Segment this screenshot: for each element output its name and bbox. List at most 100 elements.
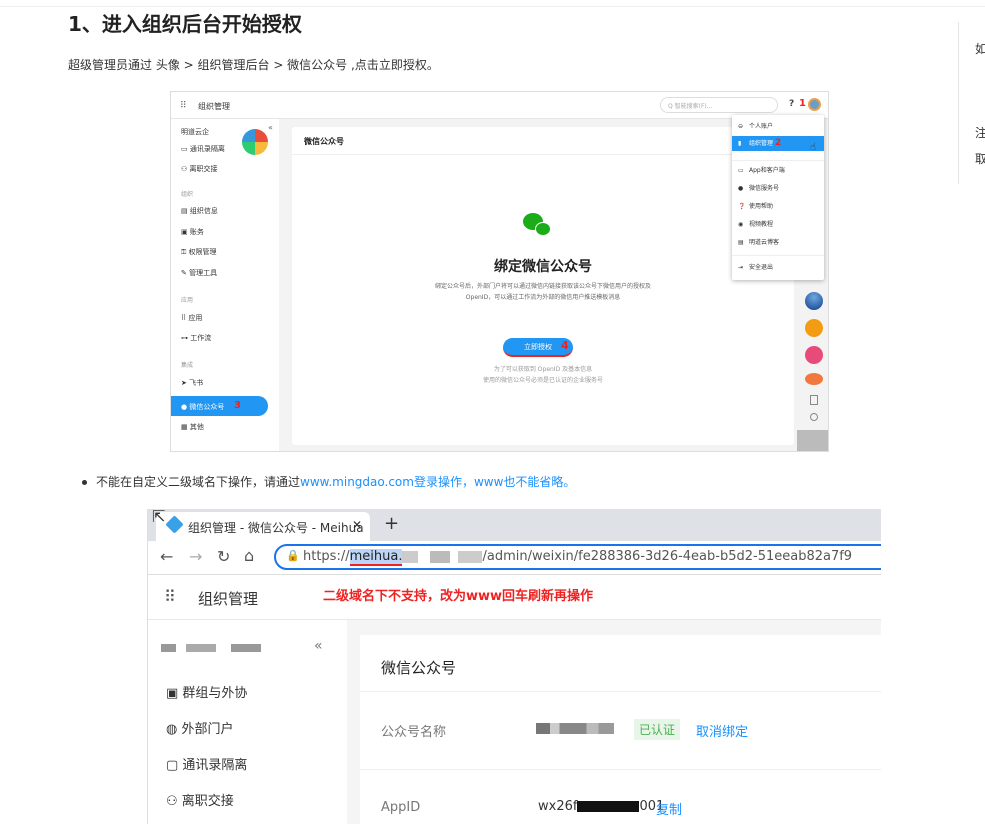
unbind-link[interactable]: 取消绑定	[696, 721, 748, 740]
app-title: 组织管理	[198, 102, 230, 111]
sidebar-item-tools[interactable]: ✎ 管理工具	[181, 268, 217, 278]
screenshot-org-admin: ⠿ 组织管理 Q 智能搜索(F)... ? 1 明道云企 « ▭ 通讯录隔离 ⚇…	[170, 91, 829, 452]
url-redaction	[402, 550, 483, 563]
app-header-2: ⠿ 组织管理 二级域名下不支持，改为www回车刷新再操作	[148, 575, 881, 620]
sidebar2-item-contacts[interactable]: ▢ 通讯录隔离	[166, 754, 247, 773]
sidebar-item-feishu[interactable]: ➤ 飞书	[181, 378, 203, 388]
toc-item-2[interactable]: 注	[975, 124, 985, 141]
org-admin-icon: ▮	[738, 140, 742, 147]
rail-send-icon[interactable]	[805, 319, 823, 337]
menu-item-video[interactable]: ◉ 视频教程	[732, 217, 824, 232]
new-tab-icon[interactable]: +	[384, 513, 399, 534]
cursor-hand-icon: ☝	[810, 142, 817, 153]
url-text: https://meihua./admin/weixin/fe288386-3d…	[303, 549, 853, 566]
contacts-icon: ▭	[181, 145, 190, 153]
sidebar2-item-handover[interactable]: ⚇ 离职交接	[166, 790, 234, 809]
collapse-icon-2[interactable]: «	[314, 638, 323, 654]
rail-chat-icon[interactable]	[810, 413, 818, 421]
step-3-marker: 3	[234, 400, 241, 411]
search-input[interactable]: Q 智能搜索(F)...	[660, 97, 778, 113]
org-logo	[242, 129, 268, 155]
menu-item-org-admin[interactable]: ▮ 组织管理 2 ☝	[732, 136, 824, 153]
video-icon: ◉	[738, 221, 744, 228]
account-name-label: 公众号名称	[381, 725, 447, 740]
sidebar-2: « ▣ 群组与外协 ◍ 外部门户 ▢ 通讯录隔离 ⚇ 离职交接	[148, 620, 347, 824]
rail-doc-icon[interactable]	[810, 395, 818, 405]
group-label-integration: 集成	[181, 362, 194, 369]
reload-icon[interactable]: ↻	[217, 547, 230, 566]
help-icon[interactable]: ?	[789, 99, 794, 109]
avatar[interactable]	[808, 98, 821, 111]
menu-divider-2	[732, 255, 824, 256]
browser-tab[interactable]: 组织管理 - 微信公众号 - Meihua ✕	[156, 512, 370, 541]
appid-redaction	[577, 801, 640, 812]
lock-icon: 🔒	[286, 549, 300, 562]
forward-icon[interactable]: →	[189, 547, 202, 566]
sidebar-item-org-info[interactable]: ▤ 组织信息	[181, 206, 218, 216]
portal-icon: ◍	[166, 722, 182, 737]
org-info-icon: ▤	[181, 207, 190, 215]
blog-icon: ▤	[738, 239, 744, 246]
appid-value: wx26f 001	[538, 799, 665, 814]
annotation-text: 二级域名下不支持，改为www回车刷新再操作	[323, 589, 594, 604]
apps-grid-icon-2[interactable]: ⠿	[164, 587, 176, 606]
rail-toggle-icon[interactable]	[797, 430, 828, 451]
menu-item-help[interactable]: ❓ 使用帮助	[732, 199, 824, 214]
menu-item-app-client[interactable]: ▭ App和客户端	[732, 163, 824, 178]
bullet-item: 不能在自定义二级域名下操作，请通过www.mingdao.com登录操作，www…	[82, 473, 575, 490]
rail-people-icon[interactable]	[805, 373, 823, 385]
sidebar-item-workflow[interactable]: ⊶ 工作流	[181, 333, 211, 343]
contacts-icon: ▢	[166, 758, 183, 773]
bind-title: 绑定微信公众号	[494, 259, 592, 275]
org-name: 明道云企	[181, 128, 209, 136]
right-toc-panel: 如 注 取	[958, 22, 985, 184]
menu-item-account[interactable]: ⊖ 个人账户	[732, 119, 824, 134]
sidebar2-item-portal[interactable]: ◍ 外部门户	[166, 718, 234, 737]
step-2-marker: 2	[774, 138, 782, 148]
appid-label: AppID	[381, 800, 421, 815]
menu-item-logout[interactable]: ⇥ 安全退出	[732, 260, 824, 275]
sidebar2-item-group[interactable]: ▣ 群组与外协	[166, 682, 247, 701]
org-name-redacted	[161, 644, 261, 652]
menu-item-wechat-service[interactable]: ● 微信服务号	[732, 181, 824, 196]
mingdao-link[interactable]: www.mingdao.com登录操作，www也不能省略。	[300, 475, 575, 489]
toc-item-1[interactable]: 如	[975, 40, 985, 57]
group-icon: ▣	[166, 686, 183, 701]
tab-title: 组织管理 - 微信公众号 - Meihua	[188, 521, 364, 535]
group-label-org: 组织	[181, 191, 194, 198]
menu-divider	[732, 160, 824, 161]
account-name-redacted	[536, 723, 614, 734]
wechat-logo-bubble	[535, 222, 551, 236]
home-icon[interactable]: ⌂	[244, 546, 254, 565]
step-1-marker: 1	[799, 98, 806, 109]
app-header: ⠿ 组织管理 Q 智能搜索(F)... ? 1	[171, 92, 828, 119]
back-icon[interactable]: ←	[160, 547, 173, 566]
favicon-icon	[165, 515, 184, 534]
intro-paragraph: 超级管理员通过 头像 > 组织管理后台 > 微信公众号 ,点击立即授权。	[68, 58, 439, 72]
sidebar-item-permission[interactable]: ⚿ 权限管理	[181, 247, 217, 257]
sidebar: 明道云企 « ▭ 通讯录隔离 ⚇ 离职交接 组织 ▤ 组织信息 ▣ 账务 ⚿ 权…	[171, 119, 279, 451]
divider-2	[360, 691, 881, 692]
menu-item-blog[interactable]: ▤ 明道云博客	[732, 235, 824, 250]
sidebar-item-apps[interactable]: ⠿ 应用	[181, 313, 202, 323]
collapse-icon[interactable]: «	[268, 123, 273, 132]
sidebar-item-other[interactable]: ▦ 其他	[181, 422, 204, 432]
toc-item-3[interactable]: 取	[975, 150, 985, 167]
copy-link[interactable]: 复制	[656, 799, 682, 818]
tab-close-icon[interactable]: ✕	[352, 518, 362, 532]
verified-badge: 已认证	[634, 719, 681, 740]
url-input[interactable]: 🔒 https://meihua./admin/weixin/fe288386-…	[274, 544, 881, 570]
apps-grid-icon[interactable]: ⠿	[180, 101, 187, 111]
rail-calendar-icon[interactable]	[805, 346, 823, 364]
workflow-icon: ⊶	[181, 334, 191, 342]
sidebar-item-handover[interactable]: ⚇ 离职交接	[181, 164, 218, 174]
main-panel: 微信公众号 绑定微信公众号 绑定公众号后，外部门户将可以通过微信内链接获取该公众…	[292, 127, 794, 445]
rail-app-icon-1[interactable]	[805, 292, 823, 310]
bind-desc-1: 绑定公众号后，外部门户将可以通过微信内链接获取该公众号下微信用户的授权及	[434, 283, 651, 290]
panel-title: 微信公众号	[304, 137, 344, 146]
sidebar-item-contacts[interactable]: ▭ 通讯录隔离	[181, 144, 225, 154]
sidebar-item-wechat[interactable]: ● 微信公众号 3	[171, 396, 268, 416]
sidebar-item-billing[interactable]: ▣ 账务	[181, 227, 204, 237]
panel-title-2: 微信公众号	[381, 659, 457, 677]
note-2: 使用的微信公众号必须是已认证的企业服务号	[482, 377, 603, 384]
